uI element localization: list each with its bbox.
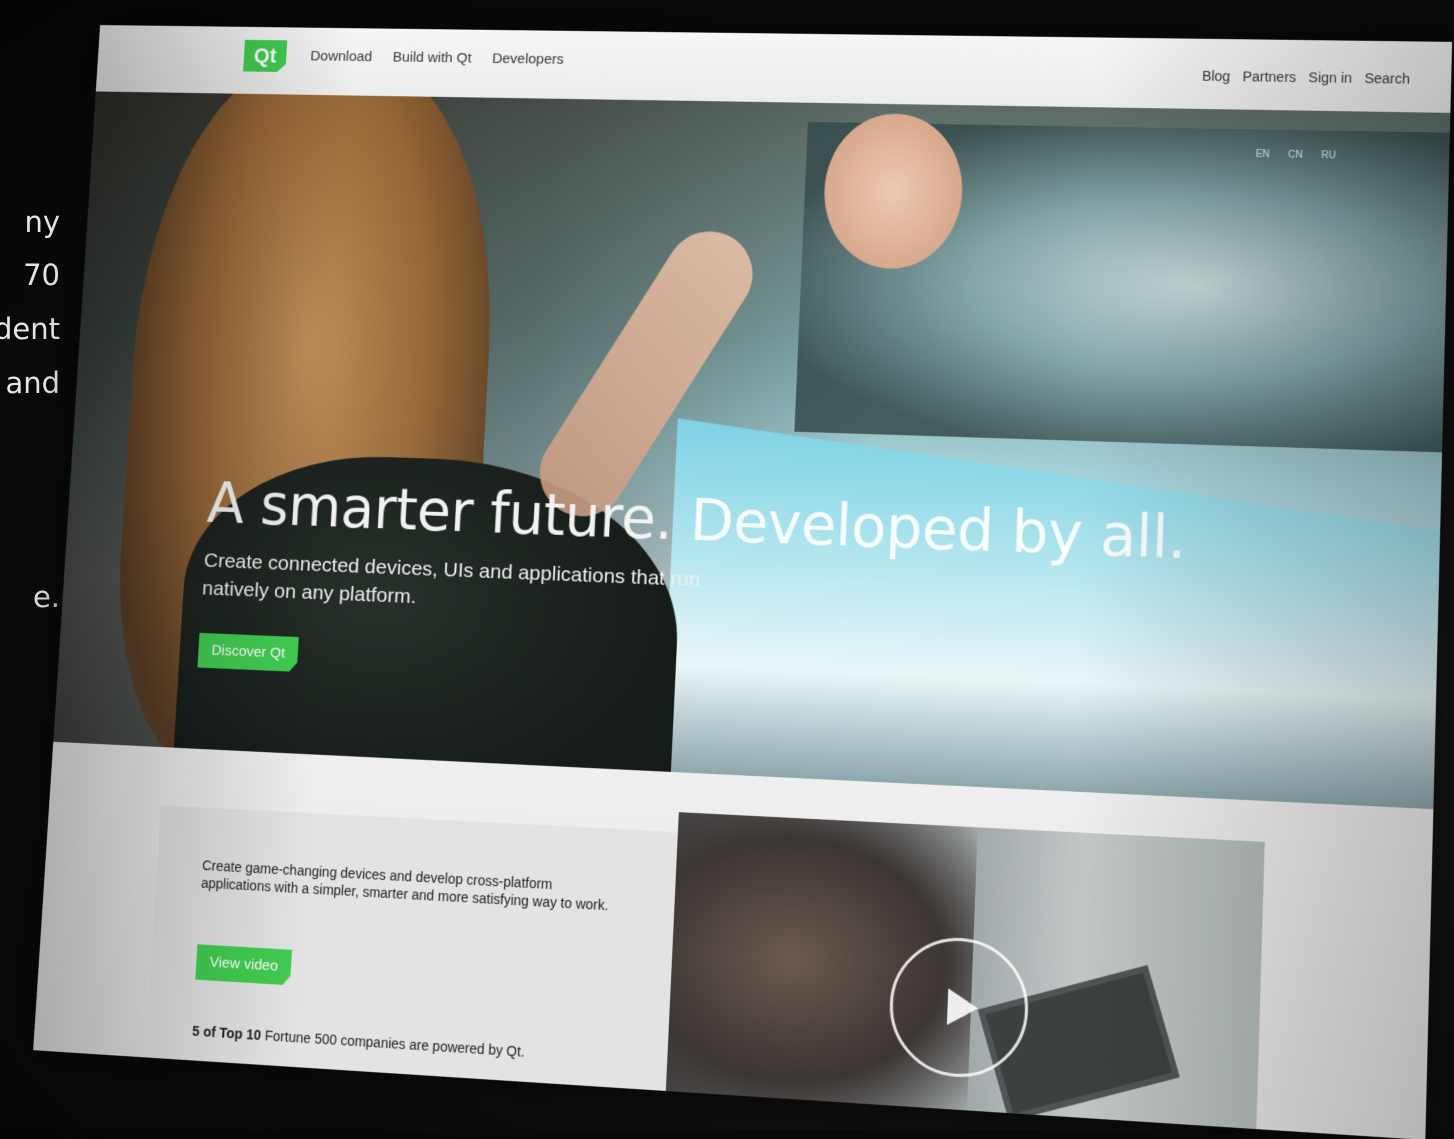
primary-nav: Download Build with Qt Developers [310,48,564,67]
nav-developers[interactable]: Developers [492,51,564,68]
fortune-stat-rest: Fortune 500 companies are powered by Qt. [264,1027,526,1060]
fortune-stat: 5 of Top 10 Fortune 500 companies are po… [192,1023,525,1060]
view-video-button[interactable]: View video [195,944,292,985]
hero-mountain-screen [661,418,1450,809]
nav-blog[interactable]: Blog [1202,68,1231,84]
nav-build-with-qt[interactable]: Build with Qt [392,49,472,66]
qt-logo[interactable]: Qt [243,40,287,72]
language-switcher: EN CN RU [1255,149,1336,161]
play-triangle [946,988,979,1027]
qt-website-page: Qt Download Build with Qt Developers Blo… [33,25,1453,1139]
monitor-stage: Qt Download Build with Qt Developers Blo… [0,0,1454,1139]
nav-download[interactable]: Download [310,48,373,65]
nav-partners[interactable]: Partners [1242,69,1296,85]
intro-text: Create game-changing devices and develop… [200,857,609,914]
intro-section: Create game-changing devices and develop… [33,741,1434,1139]
fortune-stat-bold: 5 of Top 10 [191,1022,262,1044]
nav-search[interactable]: Search [1364,70,1410,86]
lang-cn[interactable]: CN [1288,150,1303,161]
nav-sign-in[interactable]: Sign in [1308,69,1352,85]
hero-banner: EN CN RU A smarter future. Developed by … [53,91,1451,810]
secondary-nav: Blog Partners Sign in Search [1202,68,1410,87]
lang-ru[interactable]: RU [1321,150,1336,161]
video-thumbnail[interactable] [665,812,1265,1132]
intro-card: Create game-changing devices and develop… [145,805,678,1094]
discover-qt-button[interactable]: Discover Qt [197,633,299,672]
lang-en[interactable]: EN [1255,149,1269,160]
